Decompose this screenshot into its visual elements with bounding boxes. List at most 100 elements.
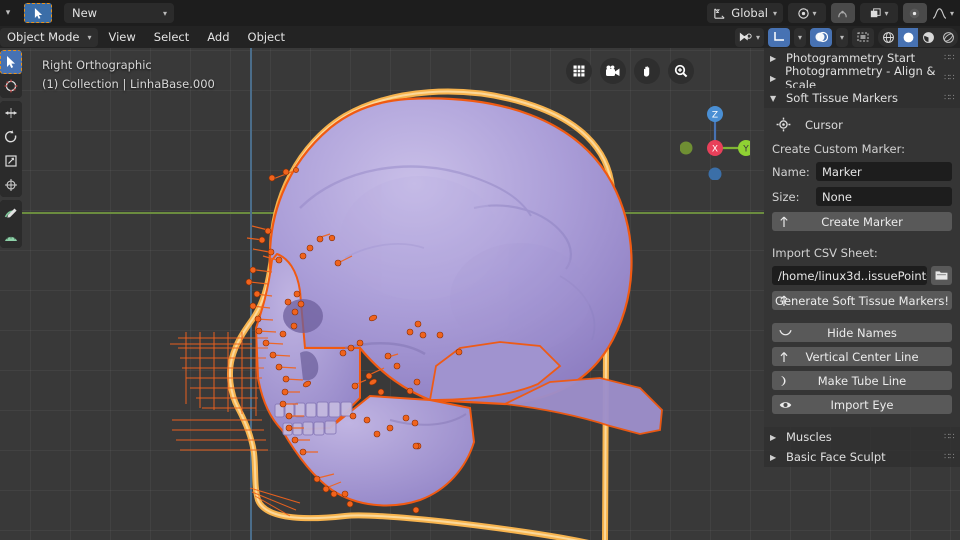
csv-path-input[interactable]: /home/linux3d..issuePoints.csv <box>772 266 927 285</box>
transform-icon <box>5 179 17 191</box>
3d-cursor-icon <box>776 117 791 132</box>
toolbar-group-transform <box>0 101 22 197</box>
interaction-mode-value: Object Mode <box>7 30 80 44</box>
panel-grip-icon: ∷∷ <box>944 53 954 63</box>
axis-navigation-gizmo[interactable]: X Z Y <box>680 100 750 180</box>
marker-size-input[interactable]: None <box>816 187 952 206</box>
overlays-toggle-button[interactable] <box>809 27 832 47</box>
gizmo-options-dropdown[interactable]: ▾ <box>793 27 806 47</box>
rendered-shading-icon <box>942 31 954 43</box>
panel-basic-face-sculpt[interactable]: ▶ Basic Face Sculpt ∷∷ <box>764 447 960 467</box>
menu-view[interactable]: View <box>100 28 143 47</box>
gizmo-toggle-button[interactable] <box>767 27 790 47</box>
marker-size-value: None <box>822 189 853 204</box>
transform-pivot-button[interactable]: ▾ <box>859 3 898 23</box>
camera-view-icon[interactable] <box>600 58 626 84</box>
interaction-mode-select[interactable]: Object Mode ▾ <box>0 27 99 47</box>
panel-muscles[interactable]: ▶ Muscles ∷∷ <box>764 427 960 447</box>
snapping-button[interactable]: ▾ <box>787 3 826 23</box>
menu-object[interactable]: Object <box>240 28 293 47</box>
toolbar-group-select <box>0 50 22 98</box>
generate-label: Generate Soft Tissue Markers! <box>775 293 949 308</box>
marker-size-row: Size: None <box>772 187 952 206</box>
panel-grip-icon: ∷∷ <box>944 452 954 462</box>
generate-soft-tissue-markers-button[interactable]: Generate Soft Tissue Markers! <box>772 291 952 310</box>
overlays-options-dropdown[interactable]: ▾ <box>835 27 848 47</box>
tool-scale[interactable] <box>0 149 22 173</box>
scene-select[interactable]: New ▾ <box>64 3 174 23</box>
shading-material-preview-button[interactable] <box>918 27 938 47</box>
chevron-down-icon: ▾ <box>884 8 889 18</box>
grid-toggle-icon[interactable] <box>566 58 592 84</box>
create-marker-button[interactable]: Create Marker <box>772 212 952 231</box>
csv-path-value: /home/linux3d..issuePoints.csv <box>778 268 927 283</box>
gizmo-icon <box>774 32 784 41</box>
csv-browse-button[interactable] <box>931 266 952 285</box>
vertical-center-line-button[interactable]: Vertical Center Line <box>772 347 952 366</box>
sidebar-npanel: ▶ Photogrammetry Start ∷∷ ▶ Photogrammet… <box>764 48 960 540</box>
hide-names-button[interactable]: Hide Names <box>772 323 952 342</box>
panel-grip-icon: ∷∷ <box>944 73 954 83</box>
material-preview-icon <box>922 31 934 43</box>
marker-size-label: Size: <box>772 189 800 204</box>
toolbar-left <box>0 50 22 248</box>
transform-orientation-value: Global <box>731 6 768 20</box>
chevron-right-icon: ▶ <box>770 452 777 462</box>
annotate-pencil-icon <box>4 208 17 218</box>
tool-rotate[interactable] <box>0 125 22 149</box>
panel-soft-tissue-markers[interactable]: ▼ Soft Tissue Markers ∷∷ <box>764 88 960 108</box>
falloff-curve-select[interactable]: ▾ <box>932 3 954 23</box>
xray-toggle-button[interactable] <box>852 27 874 47</box>
marker-name-label: Name: <box>772 164 810 179</box>
tool-tweak-select[interactable] <box>0 50 22 74</box>
tool-move[interactable] <box>0 101 22 125</box>
marker-name-row: Name: Marker <box>772 162 952 181</box>
axis-label-z: Z <box>712 111 718 121</box>
create-marker-label: Create Marker <box>821 214 903 229</box>
arrow-up-icon <box>779 295 789 307</box>
import-eye-button[interactable]: Import Eye <box>772 395 952 414</box>
shading-mode-group <box>878 27 958 47</box>
zoom-view-icon[interactable] <box>668 58 694 84</box>
scale-icon <box>5 155 17 167</box>
cursor-row[interactable]: Cursor <box>772 114 952 140</box>
object-visibility-button[interactable]: ▾ <box>734 27 764 47</box>
import-csv-title: Import CSV Sheet: <box>772 246 878 260</box>
transform-orientation-select[interactable]: Global ▾ <box>707 3 783 23</box>
scene-select-value: New <box>72 6 98 20</box>
pan-view-icon[interactable] <box>634 58 660 84</box>
chevron-down-icon: ▾ <box>755 32 760 42</box>
shading-rendered-button[interactable] <box>938 27 958 47</box>
cursor-arrow-icon <box>34 7 42 19</box>
shading-solid-button[interactable] <box>898 27 918 47</box>
viewport-header-right: ▾ ▾ ▾ <box>734 27 960 47</box>
make-tube-line-label: Make Tube Line <box>817 373 907 388</box>
axis-z-negative[interactable] <box>708 167 722 181</box>
panel-soft-tissue-markers-label: Soft Tissue Markers <box>786 91 898 105</box>
solid-shading-icon <box>903 32 913 42</box>
menu-add[interactable]: Add <box>199 28 237 47</box>
tool-measure[interactable] <box>0 224 22 248</box>
viewport-header: Object Mode ▾ View Select Add Object ▾ ▾ <box>0 26 960 48</box>
axis-y-negative[interactable] <box>680 141 693 155</box>
shading-wireframe-button[interactable] <box>878 27 898 47</box>
chevron-right-icon: ▶ <box>770 73 777 83</box>
marker-name-input[interactable]: Marker <box>816 162 952 181</box>
panel-photogrammetry-align-scale[interactable]: ▶ Photogrammetry - Align & Scale ∷∷ <box>764 64 960 92</box>
tool-transform[interactable] <box>0 173 22 197</box>
editor-type-chevron-down-icon[interactable]: ▾ <box>0 0 16 26</box>
tool-cursor[interactable] <box>0 74 22 98</box>
proportional-falloff-button[interactable] <box>902 3 927 23</box>
top-bar: ▾ New ▾ Global ▾ ▾ ▾ ▾ <box>0 0 960 26</box>
proportional-edit-button[interactable] <box>830 3 855 23</box>
menu-select[interactable]: Select <box>146 28 197 47</box>
panel-muscles-label: Muscles <box>786 430 832 444</box>
active-tool-cursor-arrow-icon[interactable] <box>24 3 52 23</box>
cursor-arrow-icon <box>7 56 15 68</box>
vertical-center-line-label: Vertical Center Line <box>805 349 919 364</box>
make-tube-line-button[interactable]: Make Tube Line <box>772 371 952 390</box>
overlays-icon <box>815 31 828 43</box>
tool-annotate[interactable] <box>0 200 22 224</box>
chevron-down-icon: ▾ <box>812 8 817 18</box>
viewport-nav-buttons <box>566 58 694 84</box>
